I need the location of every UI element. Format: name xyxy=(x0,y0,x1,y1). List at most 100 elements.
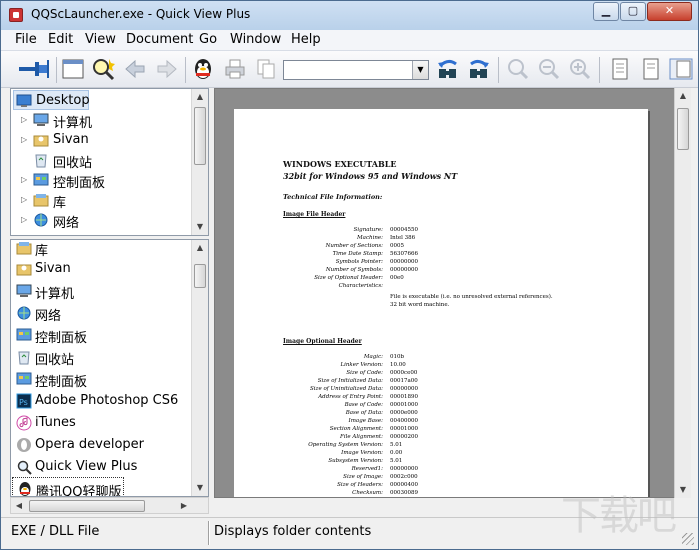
list-item-label: 网络 xyxy=(35,309,62,324)
copy-icon[interactable] xyxy=(254,57,278,81)
scroll-up-icon[interactable]: ▲ xyxy=(675,88,691,104)
field-label: Number of Sections: xyxy=(325,243,383,249)
pin-icon[interactable] xyxy=(17,57,51,81)
section-heading: Image Optional Header xyxy=(283,338,362,345)
viewer-scrollbar[interactable]: ▲ ▼ xyxy=(674,88,691,498)
field-value: 10.00 xyxy=(390,362,406,368)
document-page: WINDOWS EXECUTABLE 32bit for Windows 95 … xyxy=(234,109,648,497)
list-item[interactable]: Opera developer xyxy=(12,434,190,456)
list-item[interactable]: 库 xyxy=(12,240,190,259)
field-label: Image Base: xyxy=(348,418,383,424)
zoom-out-icon[interactable] xyxy=(537,57,561,81)
search-forward-icon[interactable] xyxy=(467,57,491,81)
list-item-selected[interactable]: 腾讯QQ轻聊版 xyxy=(12,477,124,496)
tree-item-library[interactable]: ▷ 库 xyxy=(11,190,191,211)
list-item[interactable]: Ps Adobe Photoshop CS6 xyxy=(12,390,190,412)
file-list: 库 Sivan 计算机 网络 控制面板 回收站 控制面板 Ps Adobe Ph xyxy=(10,239,209,497)
list-item[interactable]: 控制面板 xyxy=(12,368,190,390)
menu-window[interactable]: Window xyxy=(230,32,281,47)
list-item[interactable]: Sivan xyxy=(12,258,190,280)
list-item-label: Adobe Photoshop CS6 xyxy=(35,393,179,408)
page-view-icon[interactable] xyxy=(608,57,632,81)
tree-expand-icon[interactable]: ▷ xyxy=(21,215,27,224)
search-back-icon[interactable] xyxy=(436,57,460,81)
computer-icon xyxy=(16,284,32,297)
maximize-button[interactable]: ▢ xyxy=(620,2,646,21)
scroll-thumb[interactable] xyxy=(194,264,206,288)
scroll-up-icon[interactable]: ▲ xyxy=(192,240,208,256)
field-label: Magic: xyxy=(363,354,383,360)
list-item[interactable]: 网络 xyxy=(12,302,190,324)
list-item-label: Quick View Plus xyxy=(35,459,138,474)
list-scrollbar[interactable]: ▲ ▼ xyxy=(191,240,208,496)
qq-icon[interactable] xyxy=(191,57,215,81)
svg-text:Ps: Ps xyxy=(19,398,28,407)
scroll-down-icon[interactable]: ▼ xyxy=(192,480,208,496)
tree-expand-icon[interactable]: ▷ xyxy=(21,195,27,204)
scroll-down-icon[interactable]: ▼ xyxy=(192,219,208,235)
menu-file[interactable]: File xyxy=(15,32,37,47)
tree-expand-icon[interactable]: ▷ xyxy=(21,175,27,184)
list-item-label: iTunes xyxy=(35,415,76,430)
field-label: Operating System Version: xyxy=(308,442,383,448)
user-folder-icon xyxy=(16,264,32,276)
tree-scrollbar[interactable]: ▲ ▼ xyxy=(191,89,208,235)
scroll-up-icon[interactable]: ▲ xyxy=(192,89,208,105)
photoshop-icon: Ps xyxy=(16,393,32,409)
tree-item-recycle-bin[interactable]: 回收站 xyxy=(11,150,191,171)
forward-icon[interactable] xyxy=(155,57,179,81)
tree-item-control-panel[interactable]: ▷ 控制面板 xyxy=(11,170,191,191)
zoom-in-icon[interactable] xyxy=(568,57,592,81)
tree-item-sivan[interactable]: ▷ Sivan xyxy=(11,130,191,150)
field-label: Characteristics: xyxy=(338,283,383,289)
list-horizontal-scrollbar[interactable]: ◀ ▶ xyxy=(10,497,209,514)
field-label: File Alignment: xyxy=(340,434,383,440)
list-item[interactable]: iTunes xyxy=(12,412,190,434)
field-value: 00000200 xyxy=(390,434,418,440)
tree-item-computer[interactable]: ▷ 计算机 xyxy=(11,110,191,131)
note-text: 32 bit word machine. xyxy=(390,302,450,308)
menu-edit[interactable]: Edit xyxy=(48,32,73,47)
field-label: Reserved1: xyxy=(351,466,383,472)
tree-item-network[interactable]: ▷ 网络 xyxy=(11,210,191,231)
minimize-button[interactable]: ▁ xyxy=(593,2,619,21)
chevron-down-icon[interactable]: ▼ xyxy=(412,61,428,79)
watermark-text: 下载吧 xyxy=(561,493,677,539)
document-icon[interactable] xyxy=(639,57,663,81)
field-value: 00001890 xyxy=(390,394,418,400)
print-icon[interactable] xyxy=(223,57,247,81)
scroll-left-icon[interactable]: ◀ xyxy=(11,498,27,514)
scroll-thumb[interactable] xyxy=(677,108,689,150)
list-item[interactable]: Quick View Plus xyxy=(12,456,190,478)
address-combo[interactable]: ▼ xyxy=(283,60,429,80)
tree-expand-icon[interactable]: ▷ xyxy=(21,115,27,124)
scroll-thumb[interactable] xyxy=(29,500,145,512)
list-item[interactable]: 计算机 xyxy=(12,280,190,302)
scroll-right-icon[interactable]: ▶ xyxy=(176,498,192,514)
field-value: 00e0 xyxy=(390,275,404,281)
find-icon[interactable] xyxy=(91,57,115,81)
field-value: 00004550 xyxy=(390,227,418,233)
zoom-icon[interactable] xyxy=(506,57,530,81)
window-icon[interactable] xyxy=(61,57,85,81)
back-icon[interactable] xyxy=(123,57,147,81)
tree-item-label: 计算机 xyxy=(53,116,93,131)
menu-document[interactable]: Document xyxy=(126,32,193,47)
tree-expand-icon[interactable]: ▷ xyxy=(21,135,27,144)
split-view-icon[interactable] xyxy=(668,57,694,81)
field-value: 0000e000 xyxy=(390,410,418,416)
list-item[interactable]: 控制面板 xyxy=(12,324,190,346)
scroll-thumb[interactable] xyxy=(194,107,206,165)
list-item[interactable]: 回收站 xyxy=(12,346,190,368)
menu-go[interactable]: Go xyxy=(199,32,217,47)
network-icon xyxy=(17,306,31,320)
menu-help[interactable]: Help xyxy=(291,32,321,47)
menu-view[interactable]: View xyxy=(85,32,116,47)
close-button[interactable]: ✕ xyxy=(647,2,692,21)
list-item-label: 控制面板 xyxy=(35,375,88,390)
library-icon xyxy=(16,242,32,255)
toolbar-separator xyxy=(498,57,499,83)
tree-item-desktop[interactable]: Desktop xyxy=(13,90,90,110)
document-subtitle: 32bit for Windows 95 and Windows NT xyxy=(283,171,458,181)
window-title: QQScLauncher.exe - Quick View Plus xyxy=(31,7,251,21)
